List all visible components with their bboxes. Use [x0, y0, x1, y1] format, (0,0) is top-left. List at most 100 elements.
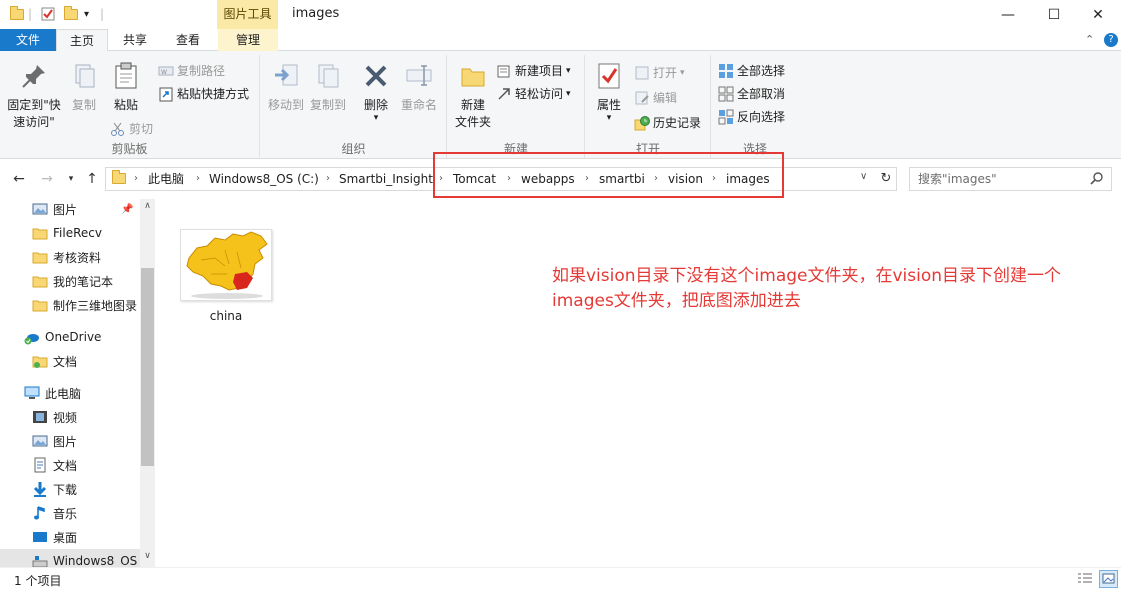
sidebar-item-pictures-quick[interactable]: 图片 📌	[32, 199, 155, 221]
sidebar-item-this-pc[interactable]: 此电脑	[24, 381, 155, 405]
tab-home[interactable]: 主页	[56, 29, 108, 52]
large-icons-view-icon[interactable]	[1099, 570, 1118, 588]
tab-view[interactable]: 查看	[162, 29, 214, 51]
tab-file[interactable]: 文件	[0, 29, 56, 51]
properties-button[interactable]: 属性 ▾	[588, 61, 630, 123]
qat-folder-icon[interactable]	[10, 5, 24, 23]
breadcrumb-separator[interactable]: ›	[326, 168, 330, 190]
help-icon[interactable]: ?	[1104, 33, 1118, 47]
videos-icon	[32, 409, 48, 425]
properties-dropdown-icon[interactable]: ▾	[588, 114, 630, 123]
properties-check-icon[interactable]	[40, 5, 56, 23]
breadcrumb-smartbi-insight[interactable]: Smartbi_Insight	[339, 168, 433, 190]
new-item-dropdown-icon[interactable]: ▾	[566, 61, 571, 81]
sidebar-item-desktop[interactable]: 桌面	[32, 525, 155, 549]
new-folder-button[interactable]: 新建 文件夹	[452, 61, 494, 131]
sidebar-item-windows8-os[interactable]: Windows8_OS	[0, 549, 140, 567]
pin-label-2: 速访问"	[13, 115, 55, 129]
collapse-ribbon-icon[interactable]: ⌃	[1085, 33, 1094, 46]
sidebar-item-pictures[interactable]: 图片	[32, 429, 155, 453]
item-count: 1 个项目	[14, 574, 62, 588]
sidebar-item-onedrive[interactable]: OneDrive	[24, 325, 155, 349]
drive-icon	[32, 553, 48, 567]
close-button[interactable]: ✕	[1075, 0, 1121, 29]
easy-access-dropdown-icon[interactable]: ▾	[566, 84, 571, 104]
sidebar-item-3d-map[interactable]: 制作三维地图录	[32, 293, 140, 317]
copy-to-button[interactable]: 复制到	[307, 61, 349, 114]
select-all-button[interactable]: 全部选择	[718, 61, 785, 81]
paste-shortcut-button[interactable]: 粘贴快捷方式	[158, 84, 249, 104]
sidebar-item-my-notebook[interactable]: 我的笔记本	[32, 269, 155, 293]
paste-shortcut-label: 粘贴快捷方式	[177, 87, 250, 101]
cut-button[interactable]: 剪切	[110, 119, 153, 139]
rename-button[interactable]: 重命名	[397, 61, 441, 114]
paste-icon	[111, 61, 141, 91]
documents-icon	[32, 353, 48, 369]
recent-dropdown-icon[interactable]: ▾	[62, 170, 80, 188]
search-box[interactable]	[909, 167, 1112, 191]
scroll-down-icon[interactable]: ∨	[140, 551, 155, 561]
qat-new-folder-icon[interactable]	[64, 5, 78, 23]
ribbon: 固定到"快 速访问" 复制 粘贴 W 复制路径 粘贴快捷方式 剪切 剪贴板 移动…	[0, 51, 1121, 159]
maximize-button[interactable]: ☐	[1031, 0, 1077, 29]
sidebar-item-filerecv[interactable]: FileRecv	[32, 221, 155, 245]
sidebar-item-label: 文档	[53, 458, 78, 473]
tab-manage[interactable]: 管理	[218, 29, 278, 51]
minimize-button[interactable]: —	[985, 0, 1031, 29]
invert-selection-button[interactable]: 反向选择	[718, 107, 785, 127]
organize-group-label: 组织	[341, 142, 366, 156]
edit-icon	[634, 90, 650, 106]
address-dropdown-icon[interactable]: ∨	[860, 171, 867, 182]
forward-arrow-icon[interactable]: →	[38, 170, 56, 188]
delete-button[interactable]: 删除 ▾	[357, 61, 395, 123]
search-input[interactable]	[910, 168, 1085, 190]
select-all-icon	[718, 63, 734, 79]
edit-button[interactable]: 编辑	[634, 88, 677, 108]
sidebar-item-downloads[interactable]: 下载	[32, 477, 155, 501]
breadcrumb-separator[interactable]: ›	[134, 168, 138, 190]
search-icon[interactable]	[1090, 171, 1104, 188]
new-folder-label-2: 文件夹	[454, 115, 491, 129]
breadcrumb-separator[interactable]: ›	[196, 168, 200, 190]
sidebar-item-documents[interactable]: 文档	[32, 453, 155, 477]
sidebar-item-videos[interactable]: 视频	[32, 405, 155, 429]
sidebar-item-assessment[interactable]: 考核资料	[32, 245, 155, 269]
breadcrumb-c-drive[interactable]: Windows8_OS (C:)	[209, 168, 319, 190]
history-button[interactable]: 历史记录	[634, 113, 701, 133]
sidebar-item-onedrive-documents[interactable]: 文档	[32, 349, 155, 373]
refresh-icon[interactable]: ↻	[877, 170, 895, 188]
easy-access-button[interactable]: 轻松访问 ▾	[496, 84, 571, 104]
copy-path-label: 复制路径	[177, 64, 226, 78]
ribbon-tabs: 文件 主页 共享 查看 管理 ⌃ ?	[0, 29, 1121, 52]
downloads-icon	[32, 481, 48, 497]
open-button[interactable]: 打开 ▾	[634, 63, 685, 83]
delete-dropdown-icon[interactable]: ▾	[357, 114, 395, 123]
folder-icon	[32, 297, 48, 313]
pin-icon[interactable]: 📌	[121, 204, 133, 215]
up-arrow-icon[interactable]: ↑	[83, 170, 101, 188]
breadcrumb-this-pc[interactable]: 此电脑	[148, 168, 184, 190]
scroll-up-icon[interactable]: ∧	[140, 201, 155, 211]
scissors-icon	[110, 121, 126, 137]
pin-quick-access-button[interactable]: 固定到"快 速访问"	[4, 61, 64, 131]
back-arrow-icon[interactable]: ←	[10, 170, 28, 188]
move-to-button[interactable]: 移动到	[265, 61, 307, 114]
tab-share[interactable]: 共享	[110, 29, 160, 51]
select-none-button[interactable]: 全部取消	[718, 84, 785, 104]
copy-path-button[interactable]: W 复制路径	[158, 61, 225, 81]
scroll-thumb[interactable]	[141, 268, 154, 466]
copy-button[interactable]: 复制	[64, 61, 104, 114]
file-list-pane[interactable]: china 如果vision目录下没有这个image文件夹，在vision目录下…	[155, 199, 1121, 567]
sidebar-scrollbar[interactable]: ∧ ∨	[140, 199, 155, 567]
new-item-button[interactable]: 新建项目 ▾	[496, 61, 571, 81]
open-dropdown-icon[interactable]: ▾	[680, 63, 685, 83]
sidebar-item-label: 图片	[53, 434, 78, 449]
new-group: 新建 文件夹 新建项目 ▾ 轻松访问 ▾ 新建	[448, 55, 585, 159]
file-item-china[interactable]: china	[177, 225, 275, 323]
details-view-icon[interactable]	[1077, 571, 1093, 590]
sidebar-item-label: OneDrive	[45, 330, 102, 344]
paste-button[interactable]: 粘贴	[106, 61, 146, 114]
sidebar-item-music[interactable]: 音乐	[32, 501, 155, 525]
select-none-label: 全部取消	[737, 87, 786, 101]
qat-dropdown-icon[interactable]: ▾	[84, 5, 89, 23]
